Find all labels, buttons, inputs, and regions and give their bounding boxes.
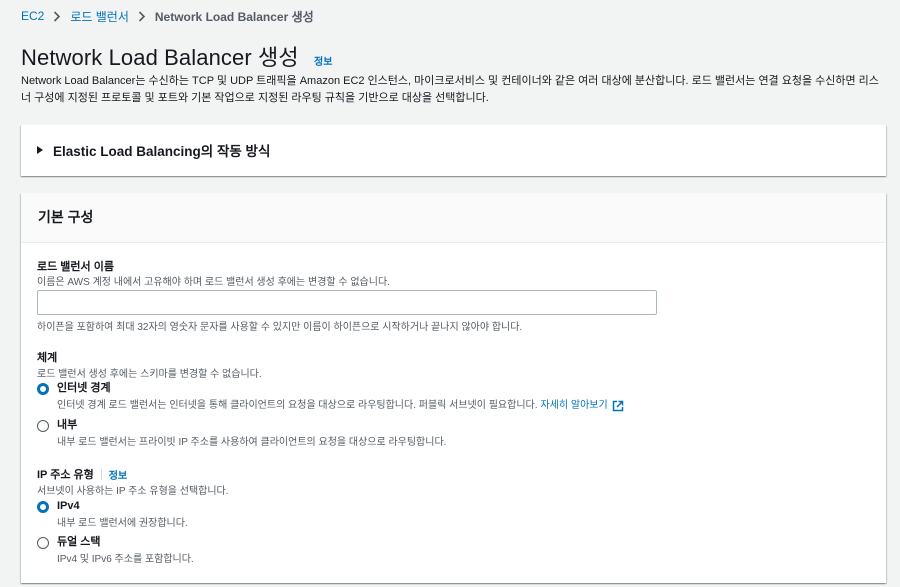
lb-name-constraint: 하이픈을 포함하여 최대 32자의 영숫자 문자를 사용할 수 있지만 이름이 … (37, 322, 523, 333)
external-link-icon[interactable] (612, 400, 624, 412)
lb-name-description: 이름은 AWS 계정 내에서 고유해야 하며 로드 밸런서 생성 후에는 변경할… (37, 277, 390, 288)
chevron-right-icon (53, 10, 61, 22)
basic-config-title: 기본 구성 (38, 209, 94, 225)
breadcrumb-ec2-link[interactable]: EC2 (21, 9, 44, 23)
ip-type-label-row: IP 주소 유형 정보 (37, 466, 127, 482)
scheme-label: 체계 (37, 352, 58, 364)
scheme-description: 로드 밸런서 생성 후에는 스키마를 변경할 수 없습니다. (37, 369, 262, 380)
elb-how-it-works-title: Elastic Load Balancing의 작동 방식 (53, 144, 271, 159)
breadcrumb: EC2 로드 밸런서 Network Load Balancer 생성 (21, 8, 314, 24)
basic-config-panel: 기본 구성 로드 밸런서 이름 이름은 AWS 계정 내에서 고유해야 하며 로… (21, 193, 886, 583)
scheme-internet-facing-description: 인터넷 경계 로드 밸런서는 인터넷을 통해 클라이언트의 요청을 대상으로 라… (57, 399, 624, 412)
scheme-internal-option[interactable]: 내부 내부 로드 밸런서는 프라이빗 IP 주소를 사용하여 클라이언트의 요청… (37, 418, 446, 449)
ip-type-dualstack-radio[interactable] (37, 537, 49, 549)
ip-type-label: IP 주소 유형 (37, 469, 94, 481)
caret-right-icon (37, 146, 43, 154)
ip-type-dualstack-label: 듀얼 스택 (57, 536, 101, 548)
ip-type-dualstack-option[interactable]: 듀얼 스택 IPv4 및 IPv6 주소를 포함합니다. (37, 535, 194, 566)
ip-type-info-link[interactable]: 정보 (109, 467, 127, 482)
scheme-internal-description: 내부 로드 밸런서는 프라이빗 IP 주소를 사용하여 클라이언트의 요청을 대… (57, 437, 447, 448)
elb-how-it-works-panel: Elastic Load Balancing의 작동 방식 (21, 125, 886, 176)
ip-type-ipv4-description: 내부 로드 밸런서에 권장합니다. (57, 518, 188, 529)
breadcrumb-current: Network Load Balancer 생성 (154, 9, 314, 24)
ip-type-ipv4-option[interactable]: IPv4 내부 로드 밸런서에 권장합니다. (37, 499, 188, 530)
page-description: Network Load Balancer는 수신하는 TCP 및 UDP 트래… (21, 75, 879, 104)
elb-how-it-works-toggle[interactable]: Elastic Load Balancing의 작동 방식 (37, 140, 270, 160)
scheme-internet-facing-option[interactable]: 인터넷 경계 인터넷 경계 로드 밸런서는 인터넷을 통해 클라이언트의 요청을… (37, 381, 624, 412)
scheme-internet-facing-label: 인터넷 경계 (57, 382, 111, 394)
ip-type-description: 서브넷이 사용하는 IP 주소 유형을 선택합니다. (37, 486, 229, 497)
ip-type-ipv4-label: IPv4 (57, 500, 80, 512)
ip-type-ipv4-radio[interactable] (37, 501, 49, 513)
scheme-internet-facing-radio[interactable] (37, 383, 49, 395)
page-title: Network Load Balancer 생성 (21, 45, 299, 70)
divider (100, 468, 102, 480)
chevron-right-icon (138, 10, 146, 22)
scheme-internal-label: 내부 (57, 419, 78, 431)
page-info-link[interactable]: 정보 (314, 53, 332, 68)
basic-config-header: 기본 구성 (21, 193, 886, 243)
lb-name-label: 로드 밸런서 이름 (37, 261, 114, 273)
scheme-internal-radio[interactable] (37, 420, 49, 432)
ip-type-dualstack-description: IPv4 및 IPv6 주소를 포함합니다. (57, 554, 194, 565)
learn-more-link[interactable]: 자세히 알아보기 (541, 399, 608, 412)
scheme-internet-facing-description-text: 인터넷 경계 로드 밸런서는 인터넷을 통해 클라이언트의 요청을 대상으로 라… (57, 400, 538, 411)
breadcrumb-load-balancers-link[interactable]: 로드 밸런서 (70, 8, 129, 25)
lb-name-input[interactable] (37, 290, 657, 315)
